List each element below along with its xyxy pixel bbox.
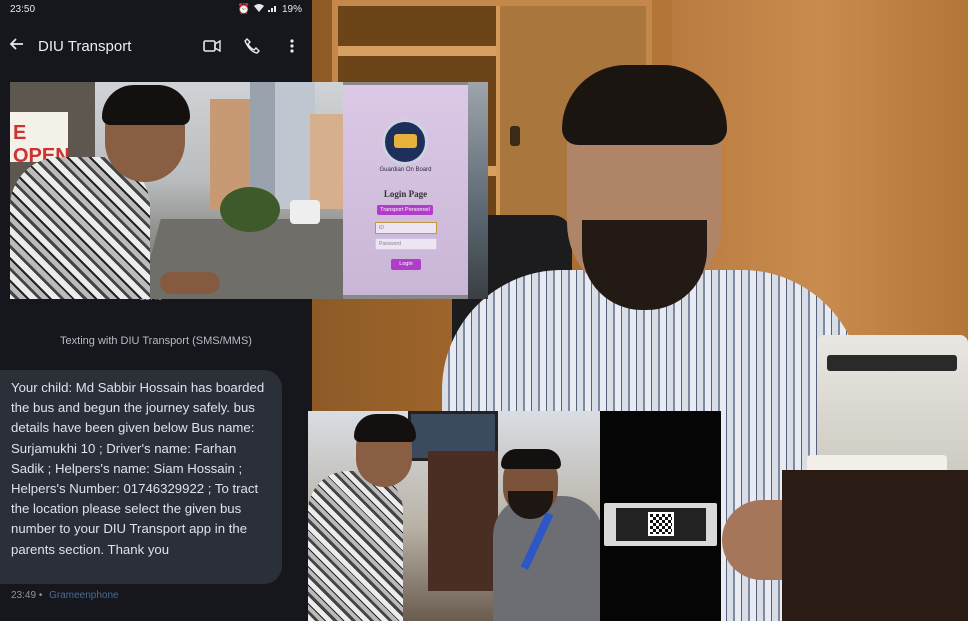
inset-login-demo: E OPEN Guardian On Board Login Page Tran… (10, 82, 488, 299)
conversation-title: DIU Transport (38, 37, 132, 55)
role-button[interactable]: Transport Personnel (377, 205, 433, 215)
texting-label: Texting with DIU Transport (SMS/MMS) (60, 335, 252, 347)
street-scene: E OPEN (10, 82, 361, 299)
arrow-left-icon[interactable] (0, 36, 30, 57)
logo-text: Guardian On Board (379, 167, 432, 173)
man-with-phone-2 (308, 411, 458, 621)
app-bar: DIU Transport (0, 28, 312, 64)
bus-logo-icon (382, 119, 428, 165)
phone-icon[interactable] (232, 38, 272, 54)
sms-message-bubble[interactable]: Your child: Md Sabbir Hossain has boarde… (0, 370, 282, 584)
message-time: 23:49 (11, 590, 37, 601)
desk (782, 470, 968, 621)
status-bar: 23:50 ⏰ 19% (0, 0, 312, 18)
qr-frame (604, 503, 717, 546)
man-with-lanyard (478, 411, 603, 621)
room-scene (308, 411, 603, 621)
inset-qr-scan (308, 411, 721, 621)
battery-level: 19% (281, 3, 302, 15)
qr-code-icon (648, 512, 674, 536)
signal-icon (267, 4, 278, 15)
street-sliver (468, 82, 488, 299)
login-button[interactable]: Login (391, 259, 421, 270)
alarm-icon: ⏰ (237, 3, 250, 15)
password-input[interactable]: Password (375, 238, 437, 250)
id-input[interactable]: ID (375, 222, 437, 234)
wifi-icon (253, 3, 264, 15)
login-heading: Login Page (383, 189, 428, 199)
carrier-separator: • (38, 590, 43, 601)
more-vert-icon[interactable] (272, 39, 312, 53)
login-page-screen: Guardian On Board Login Page Transport P… (343, 85, 468, 295)
video-call-icon[interactable] (192, 40, 232, 52)
message-meta: 23:49 • Grameenphone (11, 590, 119, 601)
carrier-name: Grameenphone (49, 590, 119, 601)
qr-scanner-screen (600, 411, 721, 621)
man-with-phone (10, 82, 220, 299)
status-time: 23:50 (10, 3, 36, 15)
